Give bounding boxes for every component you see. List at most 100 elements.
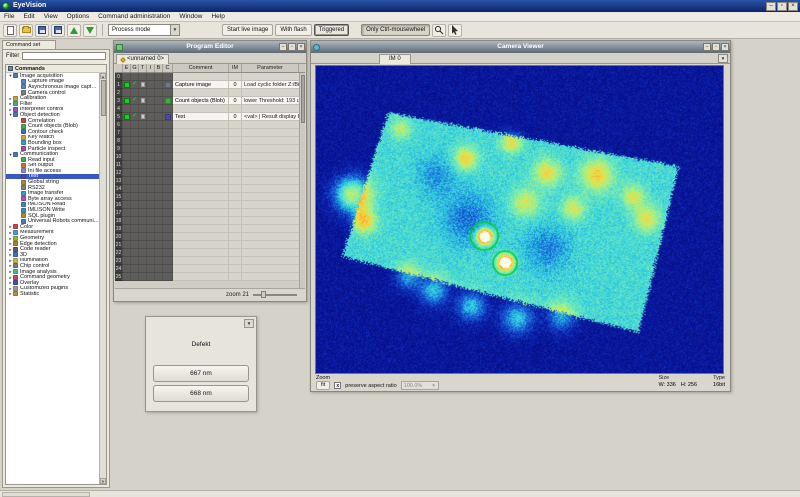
program-row[interactable]: 15 <box>115 193 299 201</box>
program-row[interactable]: 2 <box>115 89 299 97</box>
program-row[interactable]: 17 <box>115 209 299 217</box>
enable-cell[interactable] <box>123 177 131 185</box>
program-row[interactable]: 16 <box>115 201 299 209</box>
pe-minimize-button[interactable]: – <box>279 43 287 51</box>
enable-cell[interactable] <box>123 217 131 225</box>
triggered-button[interactable]: Triggered <box>314 24 349 36</box>
sidebar-scrollbar[interactable]: ▲ ▼ <box>99 73 106 484</box>
zoom-percent-select[interactable]: 100.0% ▼ <box>401 381 439 390</box>
program-row[interactable]: 24 <box>115 265 299 273</box>
camera-viewer-titlebar[interactable]: Camera Viewer – ▫ × <box>311 41 730 53</box>
only-ctrl-mousewheel-toggle[interactable]: Only Ctrl-mousewheel <box>361 24 430 36</box>
image-tab-im0[interactable]: IM 0 <box>379 54 411 64</box>
enable-cell[interactable] <box>123 73 131 81</box>
program-row[interactable]: 6 <box>115 121 299 129</box>
program-row[interactable]: 21 <box>115 241 299 249</box>
pointer-tool-button[interactable] <box>448 24 462 37</box>
defekt-dropdown-button[interactable]: ▼ <box>244 319 254 328</box>
program-row[interactable]: 18 <box>115 217 299 225</box>
wavelength-668-button[interactable]: 668 nm <box>153 385 249 402</box>
cv-minimize-button[interactable]: – <box>703 43 711 51</box>
program-row[interactable]: 0 <box>115 73 299 81</box>
program-row[interactable]: 19 <box>115 225 299 233</box>
window-minimize-button[interactable]: – <box>766 2 776 11</box>
process-mode-select[interactable]: Process mode ▼ <box>108 24 180 36</box>
tab-list-dropdown[interactable]: ▼ <box>718 54 728 63</box>
scrollbar-thumb[interactable] <box>101 80 106 116</box>
export-button[interactable] <box>83 24 97 37</box>
enable-cell[interactable] <box>123 129 131 137</box>
slider-thumb[interactable] <box>261 291 266 298</box>
menu-help[interactable]: Help <box>211 12 224 22</box>
enable-cell[interactable] <box>123 209 131 217</box>
program-row[interactable]: 7 <box>115 129 299 137</box>
enable-cell[interactable] <box>123 81 131 89</box>
enable-cell[interactable] <box>123 273 131 281</box>
save-button[interactable] <box>35 24 49 37</box>
enable-cell[interactable] <box>123 249 131 257</box>
program-row[interactable]: 25 <box>115 273 299 281</box>
enable-cell[interactable] <box>123 225 131 233</box>
program-editor-titlebar[interactable]: Program Editor – ▫ × <box>114 41 306 53</box>
program-row[interactable]: 12 <box>115 169 299 177</box>
cv-maximize-button[interactable]: ▫ <box>712 43 720 51</box>
program-row[interactable]: 9 <box>115 145 299 153</box>
program-row[interactable]: 10 <box>115 153 299 161</box>
program-tab-unnamed[interactable]: <unnamed 0> <box>116 54 169 64</box>
program-row[interactable]: 14 <box>115 185 299 193</box>
enable-cell[interactable] <box>123 89 131 97</box>
menu-edit[interactable]: Edit <box>23 12 34 22</box>
camera-image[interactable] <box>316 66 723 373</box>
program-table-scrollbar[interactable] <box>299 73 305 288</box>
new-file-button[interactable] <box>3 24 17 37</box>
enable-cell[interactable] <box>123 185 131 193</box>
wavelength-667-button[interactable]: 667 nm <box>153 365 249 382</box>
enable-cell[interactable] <box>123 265 131 273</box>
enable-cell[interactable] <box>123 113 131 121</box>
menu-options[interactable]: Options <box>67 12 89 22</box>
menu-view[interactable]: View <box>44 12 58 22</box>
program-row[interactable]: 13 <box>115 177 299 185</box>
scroll-down-icon[interactable]: ▼ <box>100 478 106 484</box>
scroll-up-icon[interactable]: ▲ <box>100 73 106 79</box>
enable-cell[interactable] <box>123 105 131 113</box>
cv-close-button[interactable]: × <box>721 43 729 51</box>
program-row[interactable]: 11 <box>115 161 299 169</box>
pe-close-button[interactable]: × <box>297 43 305 51</box>
save-all-button[interactable] <box>51 24 65 37</box>
program-row[interactable]: 20 <box>115 233 299 241</box>
enable-cell[interactable] <box>123 169 131 177</box>
zoom-tool-button[interactable] <box>432 24 446 37</box>
fit-button[interactable]: fit <box>316 381 330 390</box>
enable-cell[interactable] <box>123 161 131 169</box>
with-flash-button[interactable]: With flash <box>275 24 311 36</box>
enable-cell[interactable] <box>123 121 131 129</box>
program-row[interactable]: 23 <box>115 257 299 265</box>
program-row[interactable]: 1 ✓ Capture image0Load cyclic folder Z:/Bi… <box>115 81 299 89</box>
window-close-button[interactable]: × <box>788 2 798 11</box>
start-live-image-button[interactable]: Start live image <box>222 24 273 36</box>
enable-cell[interactable] <box>123 201 131 209</box>
enable-cell[interactable] <box>123 241 131 249</box>
enable-cell[interactable] <box>123 145 131 153</box>
program-row[interactable]: 3 ✓ Count objects (Blob) 0 lower Threshold: … <box>115 97 299 105</box>
enable-cell[interactable] <box>123 137 131 145</box>
enable-cell[interactable] <box>123 97 131 105</box>
pe-maximize-button[interactable]: ▫ <box>288 43 296 51</box>
scrollbar-thumb[interactable] <box>301 75 305 123</box>
enable-cell[interactable] <box>123 257 131 265</box>
program-row[interactable]: 4 <box>115 105 299 113</box>
command-set-tab[interactable]: Command set <box>2 40 56 49</box>
menu-window[interactable]: Window <box>179 12 202 22</box>
filter-input[interactable] <box>22 52 106 60</box>
enable-cell[interactable] <box>123 153 131 161</box>
program-row[interactable]: 22 <box>115 249 299 257</box>
open-file-button[interactable] <box>19 24 33 37</box>
program-row[interactable]: 8 <box>115 137 299 145</box>
menu-command-administration[interactable]: Command administration <box>98 12 170 22</box>
window-maximize-button[interactable]: ▫ <box>777 2 787 11</box>
program-row[interactable]: 5 ✓ Text0<val> | Result display R... <box>115 113 299 121</box>
tree-item[interactable]: ▸ Statistic <box>6 291 99 297</box>
enable-cell[interactable] <box>123 193 131 201</box>
enable-cell[interactable] <box>123 233 131 241</box>
